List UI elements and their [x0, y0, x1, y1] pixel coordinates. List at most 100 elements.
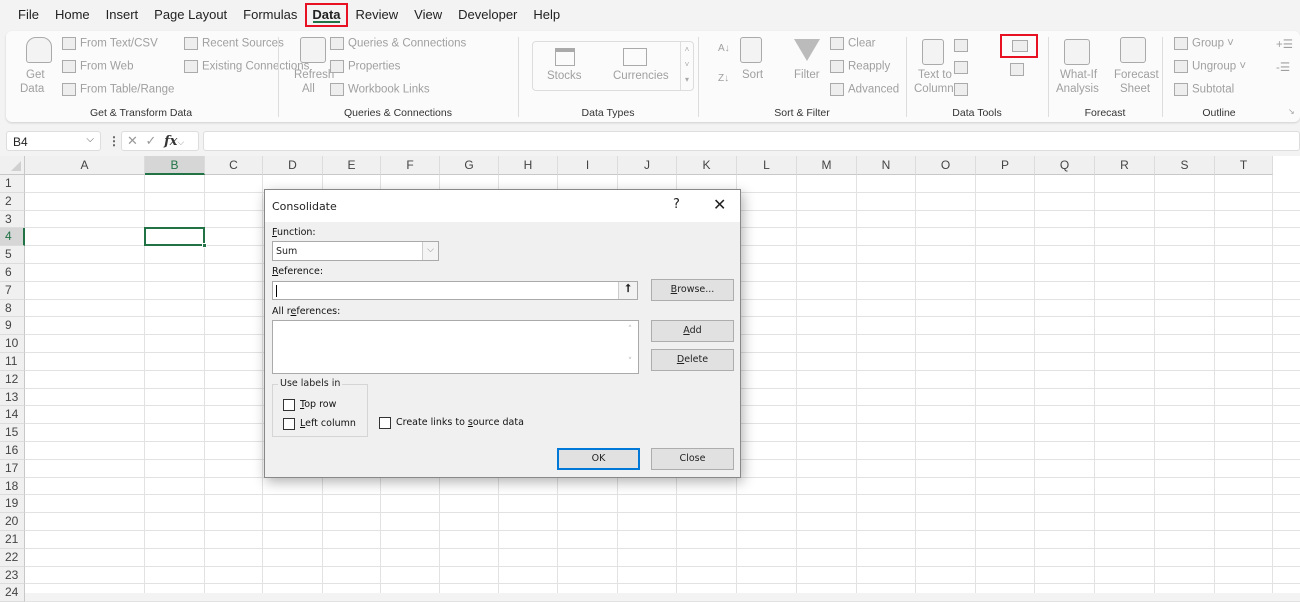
row-header-10[interactable]: 10: [0, 335, 25, 353]
flash-fill-icon[interactable]: [954, 39, 968, 52]
column-header-f[interactable]: F: [381, 156, 440, 175]
more-options-icon[interactable]: ⋮: [108, 134, 120, 148]
all-references-list[interactable]: ˄ ˅: [272, 320, 639, 374]
reapply-button[interactable]: Reapply: [830, 60, 890, 73]
tab-view[interactable]: View: [406, 3, 450, 27]
column-header-o[interactable]: O: [916, 156, 976, 175]
row-header-13[interactable]: 13: [0, 388, 25, 407]
tab-review[interactable]: Review: [348, 3, 407, 27]
row-header-14[interactable]: 14: [0, 406, 25, 425]
column-header-c[interactable]: C: [205, 156, 263, 175]
function-select[interactable]: Sum ⌵: [272, 241, 439, 261]
clear-button[interactable]: Clear: [830, 37, 875, 50]
column-header-i[interactable]: I: [558, 156, 618, 175]
add-button[interactable]: Add: [651, 320, 734, 342]
from-table-range-button[interactable]: From Table/Range: [62, 83, 174, 96]
tab-page-layout[interactable]: Page Layout: [146, 3, 235, 27]
close-button[interactable]: Close: [651, 448, 734, 470]
queries-connections-button[interactable]: Queries & Connections: [330, 37, 466, 50]
column-header-p[interactable]: P: [976, 156, 1035, 175]
select-all-button[interactable]: [0, 156, 25, 175]
delete-button[interactable]: Delete: [651, 349, 734, 371]
column-header-e[interactable]: E: [323, 156, 381, 175]
reference-input[interactable]: ⭡: [272, 281, 638, 300]
row-header-1[interactable]: 1: [0, 175, 25, 193]
enter-icon[interactable]: ✓: [146, 133, 157, 148]
data-validation-icon[interactable]: [954, 83, 968, 96]
advanced-button[interactable]: Advanced: [830, 83, 899, 96]
gallery-scroll[interactable]: ˄ ˅ ▾: [680, 42, 693, 90]
list-scrollbar[interactable]: ˄ ˅: [622, 321, 638, 373]
ungroup-button[interactable]: Ungroup ˅: [1174, 60, 1246, 73]
row-header-20[interactable]: 20: [0, 513, 25, 531]
tab-home[interactable]: Home: [47, 3, 98, 27]
create-links-checkbox[interactable]: [379, 417, 391, 429]
recent-sources-button[interactable]: Recent Sources: [184, 37, 284, 50]
column-header-b[interactable]: B: [145, 156, 205, 175]
show-detail-icon[interactable]: +☰: [1276, 37, 1293, 51]
tab-data[interactable]: Data: [305, 3, 348, 27]
tab-help[interactable]: Help: [525, 3, 568, 27]
column-header-l[interactable]: L: [737, 156, 797, 175]
workbook-links-button[interactable]: Workbook Links: [330, 83, 430, 96]
row-header-3[interactable]: 3: [0, 210, 25, 229]
column-header-d[interactable]: D: [263, 156, 323, 175]
row-header-9[interactable]: 9: [0, 317, 25, 336]
row-header-15[interactable]: 15: [0, 424, 25, 442]
sort-az-button[interactable]: A↓: [718, 43, 730, 54]
left-column-checkbox[interactable]: [283, 418, 295, 430]
properties-button[interactable]: Properties: [330, 60, 400, 73]
cancel-icon[interactable]: ✕: [127, 133, 138, 148]
column-header-r[interactable]: R: [1095, 156, 1155, 175]
row-header-23[interactable]: 23: [0, 566, 25, 585]
column-header-q[interactable]: Q: [1035, 156, 1095, 175]
from-web-button[interactable]: From Web: [62, 60, 133, 73]
row-header-19[interactable]: 19: [0, 495, 25, 514]
scroll-down-icon[interactable]: ˅: [622, 357, 638, 367]
row-header-18[interactable]: 18: [0, 477, 25, 496]
column-header-s[interactable]: S: [1155, 156, 1215, 175]
subtotal-button[interactable]: Subtotal: [1174, 83, 1234, 96]
from-text-csv-button[interactable]: From Text/CSV: [62, 37, 158, 50]
close-icon[interactable]: ✕: [713, 195, 726, 214]
hide-detail-icon[interactable]: -☰: [1276, 60, 1290, 74]
formula-input[interactable]: [203, 131, 1300, 151]
row-header-12[interactable]: 12: [0, 370, 25, 389]
top-row-checkbox[interactable]: [283, 399, 295, 411]
dialog-launcher-icon[interactable]: ↘: [1288, 107, 1295, 116]
column-header-m[interactable]: M: [797, 156, 857, 175]
column-header-n[interactable]: N: [857, 156, 916, 175]
row-header-17[interactable]: 17: [0, 459, 25, 478]
row-header-4[interactable]: 4: [0, 228, 25, 247]
collapse-dialog-icon[interactable]: ⭡: [618, 282, 637, 299]
selected-cell[interactable]: [144, 227, 207, 249]
row-header-11[interactable]: 11: [0, 353, 25, 371]
browse-button[interactable]: Browse...: [651, 279, 734, 301]
data-model-icon[interactable]: [1010, 63, 1024, 76]
row-header-2[interactable]: 2: [0, 192, 25, 211]
row-header-7[interactable]: 7: [0, 281, 25, 300]
group-button[interactable]: Group ˅: [1174, 37, 1234, 50]
tab-insert[interactable]: Insert: [98, 3, 147, 27]
column-header-h[interactable]: H: [499, 156, 558, 175]
remove-duplicates-icon[interactable]: [954, 61, 968, 74]
column-header-a[interactable]: A: [25, 156, 145, 175]
scroll-up-icon[interactable]: ˄: [622, 325, 638, 335]
row-header-16[interactable]: 16: [0, 442, 25, 460]
ok-button[interactable]: OK: [557, 448, 640, 470]
sort-za-button[interactable]: Z↓: [718, 73, 729, 84]
fill-handle[interactable]: [202, 243, 207, 249]
row-header-21[interactable]: 21: [0, 531, 25, 549]
tab-file[interactable]: File: [10, 3, 47, 27]
column-header-g[interactable]: G: [440, 156, 499, 175]
row-header-24[interactable]: 24: [0, 584, 25, 602]
column-header-t[interactable]: T: [1215, 156, 1273, 175]
row-header-6[interactable]: 6: [0, 264, 25, 282]
name-box[interactable]: B4 ⌵: [6, 131, 101, 151]
row-header-8[interactable]: 8: [0, 299, 25, 318]
help-icon[interactable]: ?: [673, 197, 680, 212]
tab-developer[interactable]: Developer: [450, 3, 525, 27]
column-header-k[interactable]: K: [677, 156, 737, 175]
row-header-22[interactable]: 22: [0, 548, 25, 567]
row-header-5[interactable]: 5: [0, 246, 25, 264]
